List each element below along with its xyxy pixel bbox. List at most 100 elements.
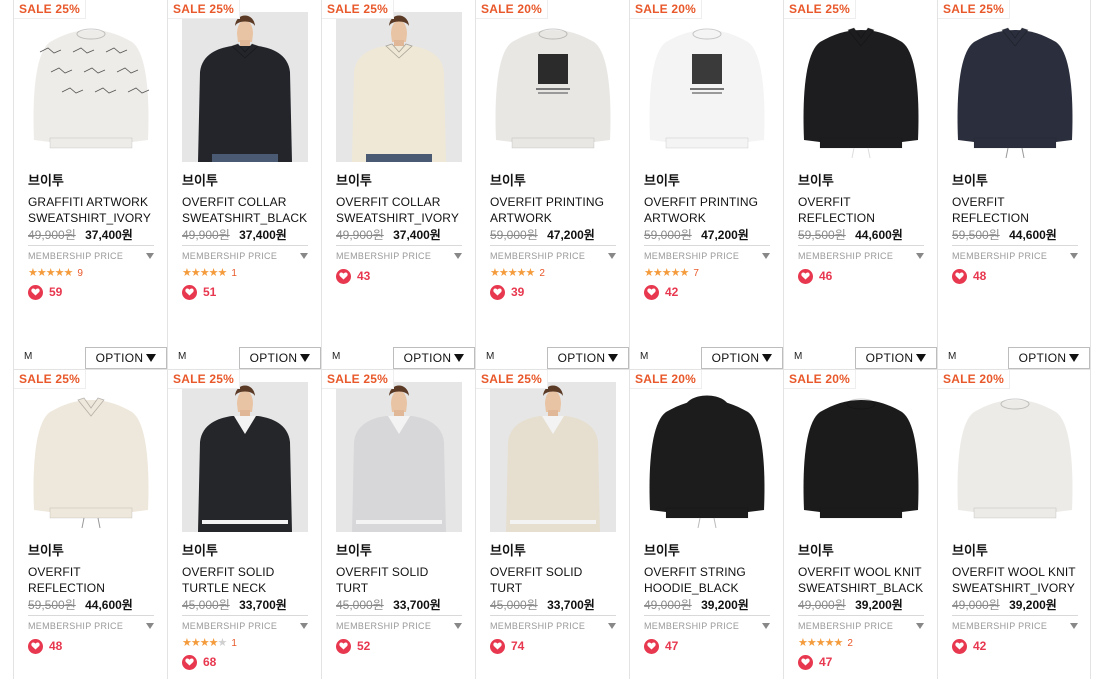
membership-price-toggle[interactable]: MEMBERSHIP PRICE (798, 245, 924, 265)
product-image[interactable] (336, 382, 462, 532)
brand-name[interactable]: 브이투 (644, 172, 770, 190)
product-image[interactable] (182, 382, 308, 532)
product-card[interactable]: SALE 20% 브이투 OVERFIT STRING HOODIE_BLACK… (629, 370, 783, 679)
membership-price-toggle[interactable]: MEMBERSHIP PRICE (490, 245, 616, 265)
product-card[interactable]: SALE 20% 브이투 OVERFIT PRINTING ARTWORK 59… (629, 0, 783, 369)
product-card[interactable]: SALE 25% 브이투 OVERFIT SOLID TURTLE NECK 4… (167, 370, 321, 679)
product-image[interactable] (182, 12, 308, 162)
like-button[interactable]: 52 (336, 637, 462, 655)
membership-price-toggle[interactable]: MEMBERSHIP PRICE (182, 615, 308, 635)
like-button[interactable]: 47 (644, 637, 770, 655)
membership-price-toggle[interactable]: MEMBERSHIP PRICE (336, 245, 462, 265)
product-card[interactable]: SALE 20% 브이투 OVERFIT WOOL KNIT SWEATSHIR… (783, 370, 937, 679)
product-name[interactable]: OVERFIT COLLAR SWEATSHIRT_BLACK (182, 194, 308, 226)
product-name[interactable]: OVERFIT REFLECTION (798, 194, 924, 226)
brand-name[interactable]: 브이투 (182, 542, 308, 560)
product-card[interactable]: SALE 25% 브이투 OVERFIT REFLECTION 59,500원 … (13, 370, 167, 679)
product-image[interactable] (798, 382, 924, 532)
like-button[interactable]: 42 (952, 637, 1078, 655)
like-button[interactable]: 42 (644, 283, 770, 301)
product-card[interactable]: SALE 25% 브이투 OVERFIT COLLAR SWEATSHIRT_B… (167, 0, 321, 369)
like-button[interactable]: 51 (182, 283, 308, 301)
like-button[interactable]: 43 (336, 267, 462, 285)
product-image[interactable] (644, 382, 770, 532)
product-image[interactable] (798, 12, 924, 162)
brand-name[interactable]: 브이투 (28, 542, 154, 560)
product-name[interactable]: OVERFIT SOLID TURTLE NECK (182, 564, 308, 596)
product-image[interactable] (952, 12, 1078, 162)
product-card[interactable]: SALE 25% 브이투 OVERFIT REFLECTION 59,500원 … (783, 0, 937, 369)
product-name[interactable]: OVERFIT SOLID TURT NECK (490, 564, 616, 596)
product-card[interactable]: SALE 25% 브이투 OVERFIT REFLECTION COLLAR 5… (937, 0, 1091, 369)
product-name[interactable]: OVERFIT STRING HOODIE_BLACK (644, 564, 770, 596)
product-name[interactable]: OVERFIT COLLAR SWEATSHIRT_IVORY (336, 194, 462, 226)
membership-price-toggle[interactable]: MEMBERSHIP PRICE (490, 615, 616, 635)
review-rating: ★ ★ ★ ★ ★ 9 (28, 267, 154, 279)
like-button[interactable]: 59 (28, 283, 154, 301)
like-button[interactable]: 68 (182, 653, 308, 671)
option-button[interactable]: OPTION (855, 347, 937, 369)
brand-name[interactable]: 브이투 (644, 542, 770, 560)
product-name[interactable]: GRAFFITI ARTWORK SWEATSHIRT_IVORY (28, 194, 154, 226)
like-button[interactable]: 48 (28, 637, 154, 655)
like-button[interactable]: 47 (798, 653, 924, 671)
star-icon: ★ (208, 267, 219, 279)
product-image[interactable] (490, 12, 616, 162)
product-name[interactable]: OVERFIT PRINTING ARTWORK (490, 194, 616, 226)
membership-price-toggle[interactable]: MEMBERSHIP PRICE (336, 615, 462, 635)
product-name[interactable]: OVERFIT REFLECTION (28, 564, 154, 596)
product-name[interactable]: OVERFIT WOOL KNIT SWEATSHIRT_IVORY (952, 564, 1078, 596)
price-line: 49,900원 37,400원 (336, 226, 462, 244)
brand-name[interactable]: 브이투 (952, 172, 1078, 190)
product-info: 브이투 OVERFIT SOLID TURTLE NECK 45,000원 33… (182, 542, 308, 671)
option-button[interactable]: OPTION (239, 347, 321, 369)
like-button[interactable]: 74 (490, 637, 616, 655)
product-card[interactable]: SALE 25% 브이투 OVERFIT COLLAR SWEATSHIRT_I… (321, 0, 475, 369)
product-image[interactable] (28, 12, 154, 162)
product-image[interactable] (644, 12, 770, 162)
product-card[interactable]: SALE 20% 브이투 OVERFIT PRINTING ARTWORK 59… (475, 0, 629, 369)
product-name[interactable]: OVERFIT REFLECTION COLLAR (952, 194, 1078, 226)
product-card[interactable]: SALE 25% 브이투 OVERFIT SOLID TURT NECK 45,… (475, 370, 629, 679)
brand-name[interactable]: 브이투 (952, 542, 1078, 560)
brand-name[interactable]: 브이투 (798, 172, 924, 190)
product-image[interactable] (490, 382, 616, 532)
like-count: 52 (357, 639, 371, 653)
brand-name[interactable]: 브이투 (28, 172, 154, 190)
brand-name[interactable]: 브이투 (182, 172, 308, 190)
product-image[interactable] (336, 12, 462, 162)
chevron-down-icon (300, 622, 308, 629)
product-image[interactable] (952, 382, 1078, 532)
like-count: 47 (665, 639, 679, 653)
brand-name[interactable]: 브이투 (336, 542, 462, 560)
option-button[interactable]: OPTION (547, 347, 629, 369)
membership-price-toggle[interactable]: MEMBERSHIP PRICE (952, 245, 1078, 265)
membership-price-toggle[interactable]: MEMBERSHIP PRICE (644, 615, 770, 635)
like-button[interactable]: 46 (798, 267, 924, 285)
product-image[interactable] (28, 382, 154, 532)
product-name[interactable]: OVERFIT PRINTING ARTWORK (644, 194, 770, 226)
option-button[interactable]: OPTION (1008, 347, 1090, 369)
membership-price-toggle[interactable]: MEMBERSHIP PRICE (182, 245, 308, 265)
option-button[interactable]: OPTION (701, 347, 783, 369)
brand-name[interactable]: 브이투 (490, 172, 616, 190)
membership-price-toggle[interactable]: MEMBERSHIP PRICE (28, 245, 154, 265)
brand-name[interactable]: 브이투 (336, 172, 462, 190)
option-button[interactable]: OPTION (393, 347, 475, 369)
like-button[interactable]: 48 (952, 267, 1078, 285)
product-card[interactable]: SALE 25% 브이투 OVERFIT SOLID TURT NECK 45,… (321, 370, 475, 679)
like-count: 43 (357, 269, 371, 283)
membership-price-toggle[interactable]: MEMBERSHIP PRICE (952, 615, 1078, 635)
product-card[interactable]: SALE 25% 브이투 GRAFFITI ARTWORK SWEATSHIRT… (13, 0, 167, 369)
membership-price-toggle[interactable]: MEMBERSHIP PRICE (28, 615, 154, 635)
product-name[interactable]: OVERFIT SOLID TURT NECK (336, 564, 462, 596)
option-button[interactable]: OPTION (85, 347, 167, 369)
membership-price-toggle[interactable]: MEMBERSHIP PRICE (644, 245, 770, 265)
product-card[interactable]: SALE 20% 브이투 OVERFIT WOOL KNIT SWEATSHIR… (937, 370, 1091, 679)
membership-price-toggle[interactable]: MEMBERSHIP PRICE (798, 615, 924, 635)
like-button[interactable]: 39 (490, 283, 616, 301)
option-label: OPTION (403, 351, 452, 365)
product-name[interactable]: OVERFIT WOOL KNIT SWEATSHIRT_BLACK (798, 564, 924, 596)
brand-name[interactable]: 브이투 (490, 542, 616, 560)
brand-name[interactable]: 브이투 (798, 542, 924, 560)
